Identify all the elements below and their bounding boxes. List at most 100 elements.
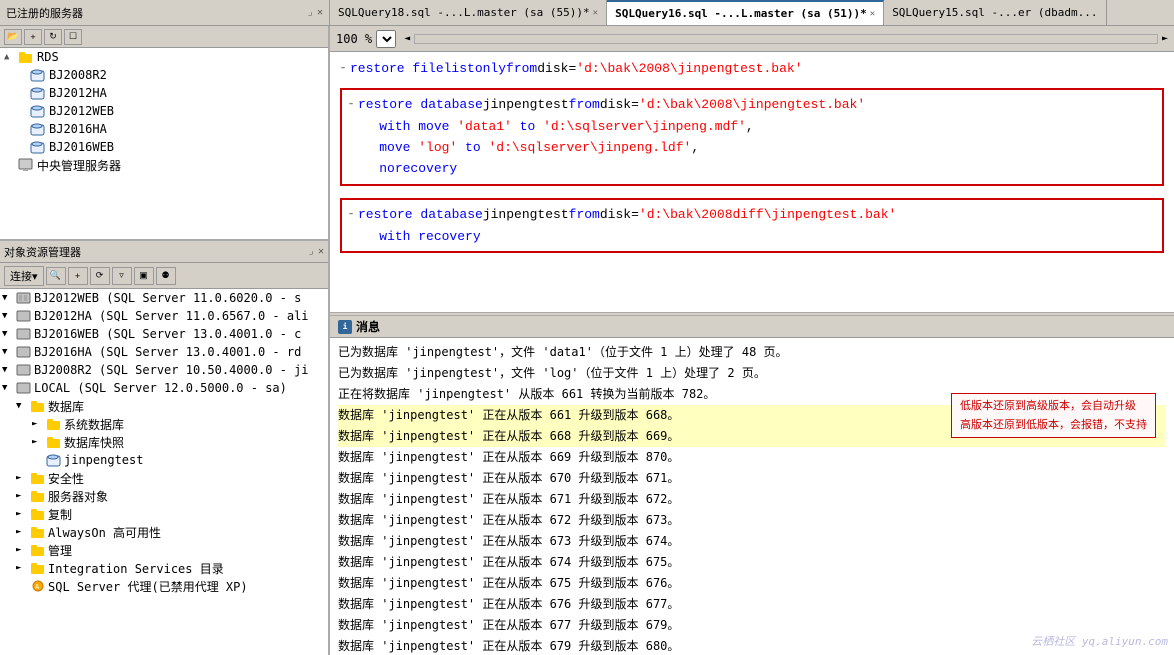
tree-bj2012web[interactable]: ▼ BJ2012WEB (SQL Server 11.0.6020.0 - s xyxy=(0,289,328,307)
tab-sqlquery15[interactable]: SQLQuery15.sql -...er (dbadm... xyxy=(884,0,1106,25)
tree-bj2012ha[interactable]: ▼ BJ2012HA (SQL Server 11.0.6567.0 - ali xyxy=(0,307,328,325)
right-panel: 100 % ▼ ◄ ► ⁃ restore filelistonly from xyxy=(330,26,1174,655)
toolbar-btn-3[interactable]: ↻ xyxy=(44,29,62,45)
oe-btn-3[interactable]: ⟳ xyxy=(90,267,110,285)
tab-sqlquery16[interactable]: SQLQuery16.sql -...L.master (sa (51))* ✕ xyxy=(607,0,884,25)
server-icon-local xyxy=(16,381,32,395)
folder-icon-mgmt xyxy=(30,543,46,557)
left-panel: 📂 + ↻ ☐ ▲ RDS BJ2008R2 xyxy=(0,26,330,655)
str-log: 'log' xyxy=(418,140,457,155)
registered-servers-toolbar: 📂 + ↻ ☐ xyxy=(0,26,328,48)
toolbar-btn-4[interactable]: ☐ xyxy=(64,29,82,45)
scrollbar-right[interactable]: ► xyxy=(1162,33,1168,44)
tab-sqlquery18-label: SQLQuery18.sql -...L.master (sa (55))* xyxy=(338,6,590,19)
bj2012ha-srv-label: BJ2012HA (SQL Server 11.0.6567.0 - ali xyxy=(34,309,309,323)
msg-1: 已为数据库 'jinpengtest'，文件 'log'（位于文件 1 上）处理… xyxy=(338,363,1166,384)
oe-btn-2[interactable]: + xyxy=(68,267,88,285)
code-line-5: norecovery xyxy=(348,158,1156,179)
editor-area[interactable]: ⁃ restore filelistonly from disk= 'd:\ba… xyxy=(330,52,1174,312)
server-icon-2 xyxy=(16,309,32,323)
code-line-7: with recovery xyxy=(348,226,1156,247)
tree-replication[interactable]: ► 复制 xyxy=(0,505,328,523)
tree-sqlagent[interactable]: A SQL Server 代理(已禁用代理 XP) xyxy=(0,577,328,595)
code-line-1: ⁃ restore filelistonly from disk= 'd:\ba… xyxy=(340,58,1164,80)
tree-item-bj2012web[interactable]: BJ2012WEB xyxy=(0,102,328,120)
blank-2 xyxy=(340,192,1164,196)
tree-item-bj2008r2[interactable]: BJ2008R2 xyxy=(0,66,328,84)
editor-results-container: ⁃ restore filelistonly from disk= 'd:\ba… xyxy=(330,52,1174,655)
oe-btn-5[interactable]: ▣ xyxy=(134,267,154,285)
tree-local[interactable]: ▼ LOCAL (SQL Server 12.0.5000.0 - sa) xyxy=(0,379,328,397)
tree-security[interactable]: ► 安全性 xyxy=(0,469,328,487)
server-objects-label: 服务器对象 xyxy=(48,488,108,505)
kw-move: move xyxy=(379,140,418,155)
panel-controls: ⌟ ✕ xyxy=(307,7,323,18)
left-panel-title-top: 已注册的服务器 ⌟ ✕ xyxy=(0,0,330,25)
query-toolbar: 100 % ▼ ◄ ► xyxy=(330,26,1174,52)
tree-bj2016web[interactable]: ▼ BJ2016WEB (SQL Server 13.0.4001.0 - c xyxy=(0,325,328,343)
connect-btn[interactable]: 连接▾ xyxy=(4,266,44,286)
rds-label: RDS xyxy=(37,50,59,64)
tree-item-bj2012ha[interactable]: BJ2012HA xyxy=(0,84,328,102)
tab-sqlquery16-close[interactable]: ✕ xyxy=(870,9,875,19)
registered-servers-title: 已注册的服务器 xyxy=(6,5,83,21)
bj2008r2-srv-label: BJ2008R2 (SQL Server 10.50.4000.0 - ji xyxy=(34,363,309,377)
folder-icon-int xyxy=(30,561,46,575)
oe-btn-4[interactable]: ▿ xyxy=(112,267,132,285)
tree-management[interactable]: ► 管理 xyxy=(0,541,328,559)
line-marker-1: ⁃ xyxy=(340,60,346,80)
registered-servers-panel: 📂 + ↻ ☐ ▲ RDS BJ2008R2 xyxy=(0,26,328,241)
tree-server-objects[interactable]: ► 服务器对象 xyxy=(0,487,328,505)
code-from1: from xyxy=(506,58,537,79)
code-db2: jinpengtest xyxy=(483,94,569,115)
tree-integration[interactable]: ► Integration Services 目录 xyxy=(0,559,328,577)
results-content: 已为数据库 'jinpengtest'，文件 'data1'（位于文件 1 上）… xyxy=(330,338,1174,655)
kw-with: with move xyxy=(379,119,457,134)
databases-label: 数据库 xyxy=(48,398,84,415)
tree-jinpengtest[interactable]: jinpengtest xyxy=(0,451,328,469)
tree-item-bj2016web[interactable]: BJ2016WEB xyxy=(0,138,328,156)
scrollbar-track[interactable] xyxy=(414,34,1158,44)
integration-label: Integration Services 目录 xyxy=(48,560,224,577)
bj2012web-label: BJ2012WEB xyxy=(49,104,114,118)
code-from2: from xyxy=(569,94,600,115)
pin-icon[interactable]: ⌟ xyxy=(307,7,313,18)
db-icon-bj2012web xyxy=(30,104,46,118)
kw-with2: with recovery xyxy=(379,229,480,244)
pin-icon-oe[interactable]: ⌟ xyxy=(308,246,314,257)
tab-sqlquery18-close[interactable]: ✕ xyxy=(593,8,598,18)
annotation-box: 低版本还原到高级版本，会自动升级 高版本还原到低版本，会报错，不支持 xyxy=(951,393,1156,438)
tab-bar: 已注册的服务器 ⌟ ✕ SQLQuery18.sql -...L.master … xyxy=(0,0,1174,26)
tree-alwayson[interactable]: ► AlwaysOn 高可用性 xyxy=(0,523,328,541)
connect-label: 连接▾ xyxy=(10,271,38,283)
tree-item-rds[interactable]: ▲ RDS xyxy=(0,48,328,66)
tree-system-db[interactable]: ► 系统数据库 xyxy=(0,415,328,433)
close-icon[interactable]: ✕ xyxy=(317,7,323,18)
tree-item-bj2016ha[interactable]: BJ2016HA xyxy=(0,120,328,138)
code-str1: 'd:\bak\2008\jinpengtest.bak' xyxy=(576,58,802,79)
tab-sqlquery18[interactable]: SQLQuery18.sql -...L.master (sa (55))* ✕ xyxy=(330,0,607,25)
toolbar-btn-1[interactable]: 📂 xyxy=(4,29,22,45)
zoom-dropdown[interactable]: ▼ xyxy=(376,30,396,48)
tree-bj2008r2[interactable]: ▼ BJ2008R2 (SQL Server 10.50.4000.0 - ji xyxy=(0,361,328,379)
tree-item-central[interactable]: 中央管理服务器 xyxy=(0,156,328,174)
server-icon-4 xyxy=(16,345,32,359)
tree-databases[interactable]: ▼ 数据库 xyxy=(0,397,328,415)
toolbar-btn-2[interactable]: + xyxy=(24,29,42,45)
oe-btn-1[interactable]: 🔍 xyxy=(46,267,66,285)
scrollbar-left[interactable]: ◄ xyxy=(404,33,410,44)
comma2: , xyxy=(691,140,699,155)
registered-tree: ▲ RDS BJ2008R2 BJ2012HA BJ2012WEB xyxy=(0,48,328,239)
monitor-icon-central xyxy=(18,158,34,172)
msg-7: 数据库 'jinpengtest' 正在从版本 671 升级到版本 672。 xyxy=(338,489,1166,510)
to-2: to xyxy=(457,140,488,155)
db-snapshot-label: 数据库快照 xyxy=(64,434,124,451)
results-area: i 消息 已为数据库 'jinpengtest'，文件 'data1'（位于文件… xyxy=(330,316,1174,655)
str-mdf: 'd:\sqlserver\jinpeng.mdf' xyxy=(543,119,746,134)
tree-db-snapshot[interactable]: ► 数据库快照 xyxy=(0,433,328,451)
tree-bj2016ha[interactable]: ▼ BJ2016HA (SQL Server 13.0.4001.0 - rd xyxy=(0,343,328,361)
code-kw-restore1: restore filelistonly xyxy=(350,58,506,79)
close-icon-oe[interactable]: ✕ xyxy=(318,246,324,257)
results-icon: i xyxy=(338,320,352,334)
oe-btn-6[interactable]: ⚉ xyxy=(156,267,176,285)
